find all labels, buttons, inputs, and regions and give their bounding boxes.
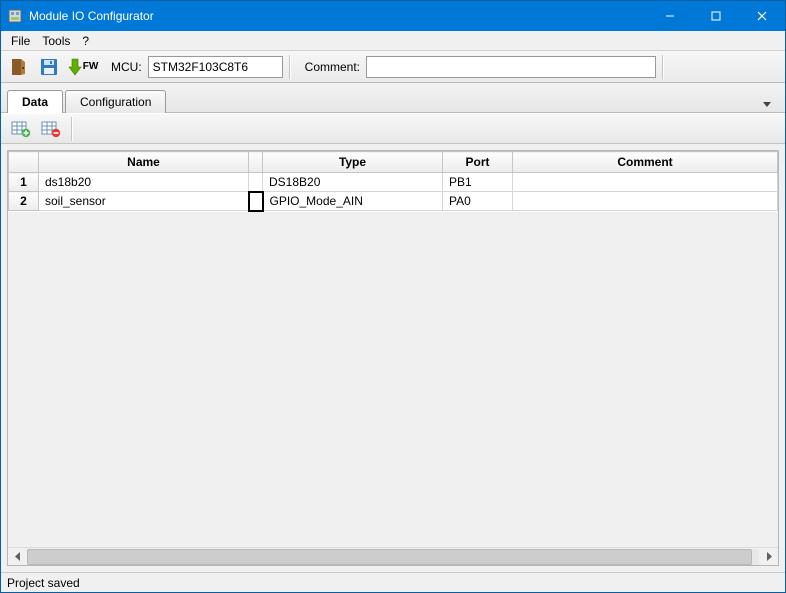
row-number[interactable]: 1 [9,173,39,192]
cell-type[interactable]: DS18B20 [263,173,443,192]
scroll-track[interactable] [27,549,759,565]
mcu-input[interactable] [148,56,283,78]
cell-gap-selected[interactable] [249,192,263,211]
toolbar-separator [289,55,291,79]
save-button[interactable] [35,54,63,80]
add-row-button[interactable] [7,116,35,142]
comment-label: Comment: [305,60,360,74]
chevron-down-icon [763,100,771,108]
cell-comment[interactable] [513,192,778,211]
minimize-button[interactable] [647,1,693,31]
mcu-label: MCU: [111,60,142,74]
title-bar: Module IO Configurator [1,1,785,31]
menu-bar: File Tools ? [1,31,785,51]
window-title: Module IO Configurator [29,9,647,23]
scroll-thumb[interactable] [27,549,752,565]
cell-name[interactable]: soil_sensor [39,192,249,211]
status-text: Project saved [7,576,80,590]
tab-configuration[interactable]: Configuration [65,90,166,113]
data-grid[interactable]: Name Type Port Comment 1 ds18b20 DS18B20… [7,150,779,566]
menu-tools[interactable]: Tools [36,32,76,50]
cell-comment[interactable] [513,173,778,192]
col-header-comment[interactable]: Comment [513,152,778,173]
cell-name[interactable]: ds18b20 [39,173,249,192]
table-row[interactable]: 1 ds18b20 DS18B20 PB1 [9,173,778,192]
door-exit-icon [9,57,29,77]
grid-toolbar [1,114,785,144]
comment-input[interactable] [366,56,656,78]
table-add-icon [11,120,31,138]
chevron-right-icon [766,552,773,561]
col-header-type[interactable]: Type [263,152,443,173]
tab-overflow-button[interactable] [763,100,779,112]
remove-row-button[interactable] [37,116,65,142]
floppy-disk-icon [39,57,59,77]
grid-header-row: Name Type Port Comment [9,152,778,173]
cell-type[interactable]: GPIO_Mode_AIN [263,192,443,211]
col-header-port[interactable]: Port [443,152,513,173]
status-bar: Project saved [1,572,785,592]
scroll-left-button[interactable] [8,549,26,565]
main-toolbar: FW MCU: Comment: [1,51,785,83]
firmware-button[interactable]: FW [65,54,101,80]
close-button[interactable] [739,1,785,31]
horizontal-scrollbar[interactable] [8,547,778,565]
fw-label: FW [83,61,99,72]
table-remove-icon [41,120,61,138]
row-number[interactable]: 2 [9,192,39,211]
col-header-gap [249,152,263,173]
row-header-blank [9,152,39,173]
maximize-button[interactable] [693,1,739,31]
chevron-left-icon [14,552,21,561]
exit-button[interactable] [5,54,33,80]
table-row[interactable]: 2 soil_sensor GPIO_Mode_AIN PA0 [9,192,778,211]
col-header-name[interactable]: Name [39,152,249,173]
scroll-right-button[interactable] [760,549,778,565]
download-arrow-icon [68,57,82,77]
content-area: Name Type Port Comment 1 ds18b20 DS18B20… [1,113,785,572]
tab-strip: Data Configuration [1,83,785,113]
cell-gap [249,173,263,192]
tab-data[interactable]: Data [7,90,63,113]
toolbar-separator-2 [662,55,664,79]
menu-file[interactable]: File [5,32,36,50]
grid-toolbar-separator [71,117,73,141]
menu-help[interactable]: ? [76,32,95,50]
cell-port[interactable]: PA0 [443,192,513,211]
app-icon [7,8,23,24]
cell-port[interactable]: PB1 [443,173,513,192]
